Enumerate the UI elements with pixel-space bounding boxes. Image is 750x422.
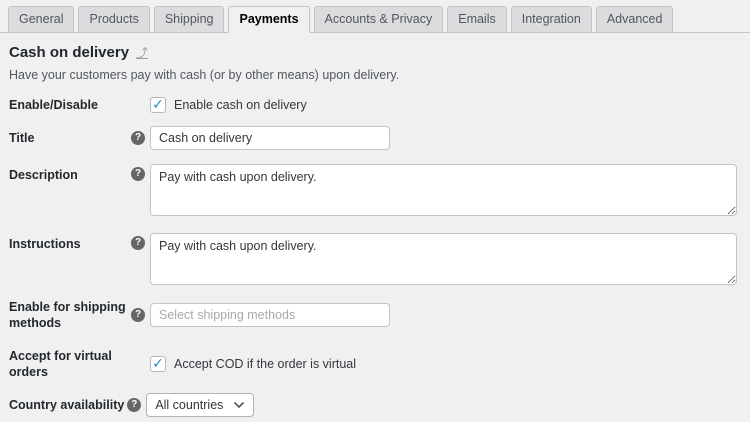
- enable-cod-checkbox[interactable]: ✓: [150, 97, 166, 113]
- instructions-help-icon[interactable]: ?: [131, 236, 145, 250]
- country-availability-select[interactable]: All countries: [146, 393, 255, 417]
- accept-virtual-checkbox-label[interactable]: Accept COD if the order is virtual: [174, 357, 356, 371]
- description-help-icon[interactable]: ?: [131, 167, 145, 181]
- tab-payments[interactable]: Payments: [228, 6, 310, 33]
- shipping-methods-row: Enable for shipping methods ?: [9, 299, 737, 331]
- tab-general[interactable]: General: [8, 6, 75, 33]
- country-availability-help-icon[interactable]: ?: [127, 398, 142, 412]
- page-title-text: Cash on delivery: [9, 44, 130, 61]
- gateway-description: Have your customers pay with cash (or by…: [9, 68, 400, 82]
- title-help-icon[interactable]: ?: [131, 131, 145, 145]
- settings-panel: Cash on delivery ⤴ Have your customers p…: [0, 44, 750, 422]
- enable-disable-row: Enable/Disable ✓ Enable cash on delivery: [9, 97, 737, 113]
- country-availability-selected-value: All countries: [155, 398, 224, 412]
- enable-disable-label: Enable/Disable: [9, 98, 98, 112]
- tab-products[interactable]: Products: [78, 6, 150, 33]
- tab-accounts-privacy[interactable]: Accounts & Privacy: [313, 6, 444, 33]
- virtual-orders-label: Accept for virtual orders: [9, 349, 112, 379]
- checkmark-icon: ✓: [152, 354, 164, 371]
- instructions-row: Instructions ? Pay with cash upon delive…: [9, 233, 737, 285]
- shipping-methods-input[interactable]: [150, 303, 390, 327]
- description-row: Description ? Pay with cash upon deliver…: [9, 164, 737, 216]
- title-input[interactable]: [150, 126, 390, 150]
- title-row: Title ?: [9, 126, 737, 150]
- description-label: Description: [9, 168, 78, 182]
- virtual-orders-row: Accept for virtual orders ✓ Accept COD i…: [9, 348, 737, 380]
- settings-tabs: General Products Shipping Payments Accounts …: [0, 0, 750, 33]
- checkmark-icon: ✓: [152, 95, 164, 112]
- tab-emails[interactable]: Emails: [447, 6, 507, 33]
- accept-virtual-checkbox[interactable]: ✓: [150, 356, 166, 372]
- instructions-textarea[interactable]: Pay with cash upon delivery.: [150, 233, 737, 285]
- page-title: Cash on delivery ⤴: [9, 44, 737, 62]
- country-availability-label: Country availability: [9, 398, 125, 412]
- shipping-methods-help-icon[interactable]: ?: [131, 308, 145, 322]
- tab-integration[interactable]: Integration: [510, 6, 592, 33]
- return-to-payments-icon[interactable]: ⤴: [136, 47, 148, 59]
- instructions-label: Instructions: [9, 237, 81, 251]
- shipping-methods-label: Enable for shipping methods: [9, 300, 126, 330]
- chevron-down-icon: [234, 401, 245, 409]
- country-availability-row: Country availability ? All countries: [9, 393, 737, 417]
- tab-shipping[interactable]: Shipping: [153, 6, 225, 33]
- enable-cod-checkbox-label[interactable]: Enable cash on delivery: [174, 98, 307, 112]
- description-textarea[interactable]: Pay with cash upon delivery.: [150, 164, 737, 216]
- title-label: Title: [9, 131, 35, 145]
- tab-advanced[interactable]: Advanced: [595, 6, 674, 33]
